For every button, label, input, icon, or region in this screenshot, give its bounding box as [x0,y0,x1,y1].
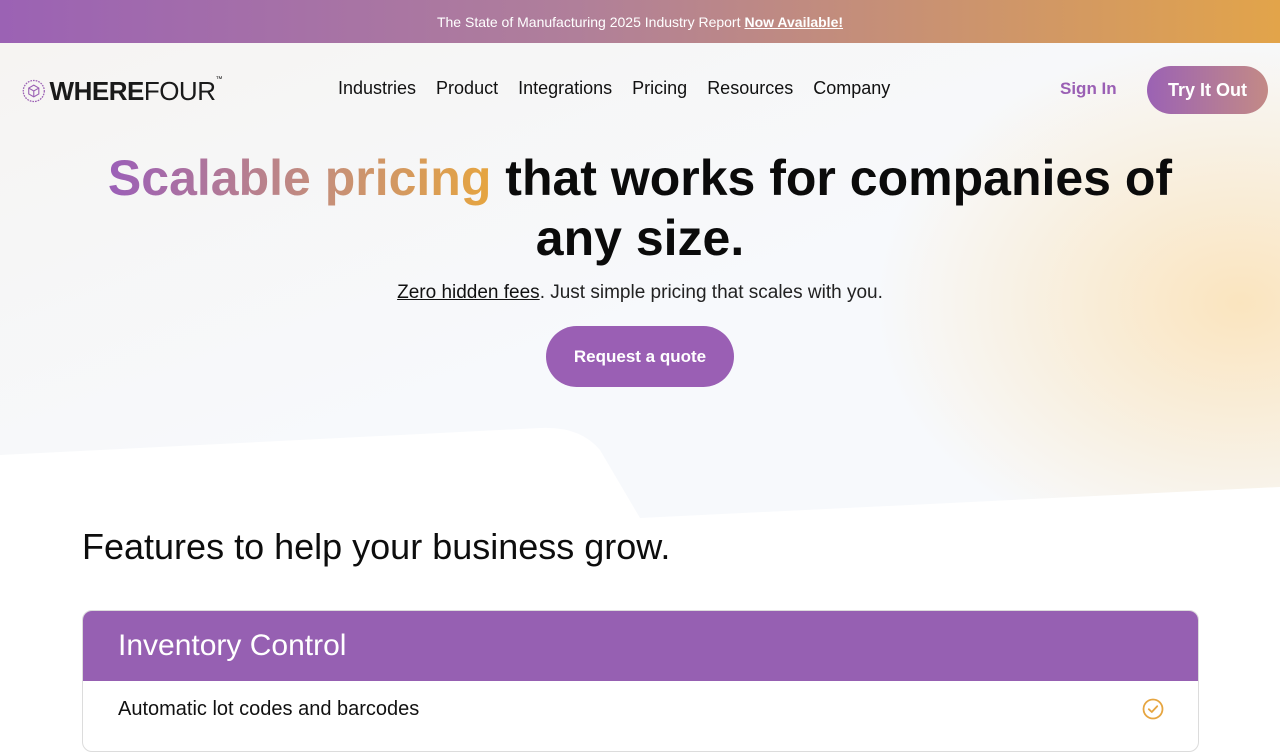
check-circle-icon [1142,698,1164,720]
zero-hidden-fees-link[interactable]: Zero hidden fees [397,282,540,303]
hero-headline: Scalable pricing that works for companie… [90,148,1190,268]
headline-rest: that works for companies of any size. [491,150,1173,266]
nav-item-pricing[interactable]: Pricing [632,78,687,99]
nav-item-industries[interactable]: Industries [338,78,416,99]
card-title: Inventory Control [83,611,1198,681]
features-heading: Features to help your business grow. [82,526,671,567]
nav-item-product[interactable]: Product [436,78,498,99]
hero-subheadline: Zero hidden fees. Just simple pricing th… [0,282,1280,304]
feature-card-inventory: Inventory Control Automatic lot codes an… [82,610,1199,752]
try-it-out-button[interactable]: Try It Out [1147,66,1268,114]
banner-link[interactable]: Now Available! [744,14,843,30]
feature-row: Automatic lot codes and barcodes [83,681,1198,737]
banner-text: The State of Manufacturing 2025 Industry… [436,13,741,30]
nav-item-integrations[interactable]: Integrations [518,78,612,99]
nav-item-company[interactable]: Company [813,78,890,99]
feature-row-label: Automatic lot codes and barcodes [118,697,420,720]
sign-in-link[interactable]: Sign In [1060,79,1117,99]
wherefour-logo[interactable]: WHEREFOUR™ [22,76,222,106]
nav-item-resources[interactable]: Resources [707,78,793,99]
subheadline-rest: . Just simple pricing that scales with y… [539,282,883,303]
main-nav: Industries Product Integrations Pricing … [338,78,890,99]
logo-wordmark: WHEREFOUR™ [49,75,223,106]
announcement-banner: The State of Manufacturing 2025 Industry… [0,0,1280,43]
headline-highlight: Scalable pricing [107,150,492,206]
request-quote-button[interactable]: Request a quote [546,326,734,387]
logo-cube-icon [22,79,45,103]
